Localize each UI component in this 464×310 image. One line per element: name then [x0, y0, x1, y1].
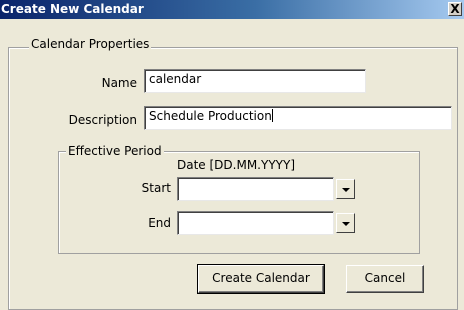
start-date-dropdown-button[interactable] — [336, 179, 355, 199]
create-calendar-dialog: Create New Calendar X Calendar Propertie… — [0, 0, 464, 310]
close-button[interactable]: X — [448, 2, 462, 16]
start-label: Start — [141, 181, 171, 195]
name-input[interactable]: calendar — [144, 69, 366, 93]
name-input-value: calendar — [149, 72, 202, 86]
date-format-label: Date [DD.MM.YYYY] — [177, 158, 295, 172]
close-icon: X — [450, 2, 460, 16]
end-date-input[interactable] — [177, 211, 334, 235]
description-input[interactable]: Schedule Production — [144, 106, 452, 130]
effective-period-legend: Effective Period — [66, 144, 164, 158]
description-input-value: Schedule Production — [149, 109, 272, 123]
window-title: Create New Calendar — [1, 2, 144, 16]
end-label: End — [148, 216, 171, 230]
title-bar[interactable]: Create New Calendar X — [0, 0, 464, 19]
start-date-input[interactable] — [177, 177, 334, 201]
calendar-properties-legend: Calendar Properties — [29, 37, 152, 51]
end-date-dropdown-button[interactable] — [336, 213, 355, 233]
create-calendar-button[interactable]: Create Calendar — [197, 264, 325, 294]
cancel-button[interactable]: Cancel — [346, 265, 424, 293]
text-caret — [271, 109, 273, 122]
name-label: Name — [101, 76, 137, 90]
description-label: Description — [68, 113, 137, 127]
